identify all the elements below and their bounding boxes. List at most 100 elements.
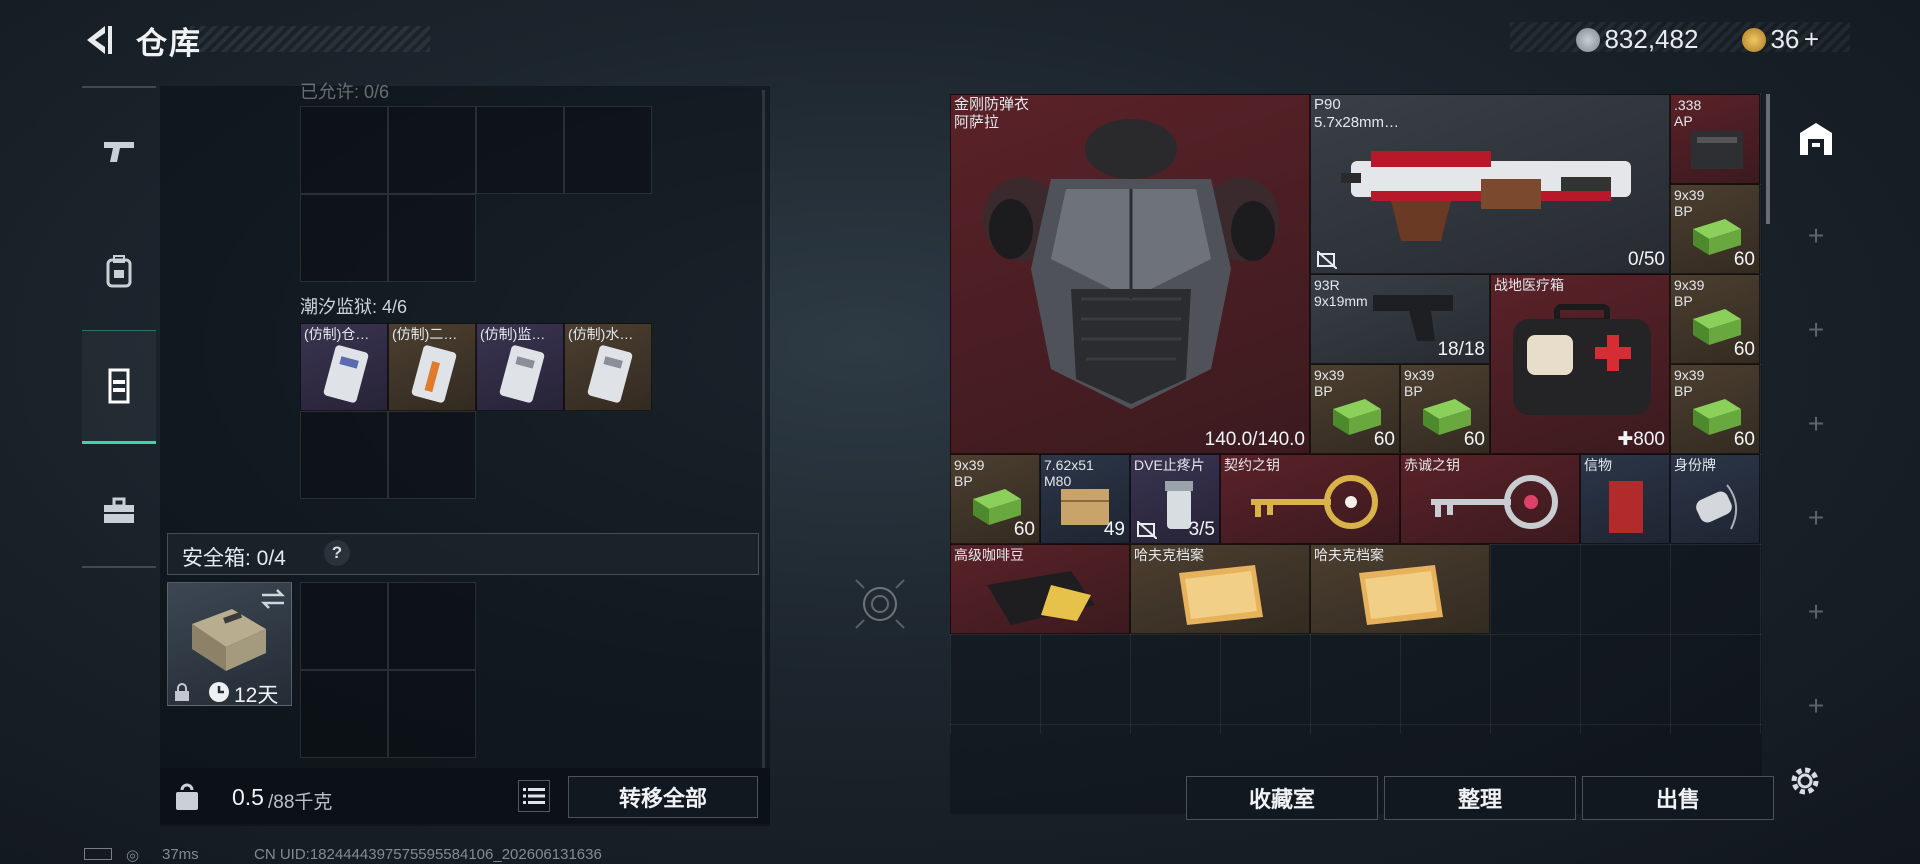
ammo-count: 60 <box>1733 249 1755 270</box>
safe-box-bar: 安全箱: 0/4 ? <box>167 533 759 575</box>
back-button[interactable] <box>80 20 120 60</box>
add-warehouse-tab[interactable]: + <box>1778 404 1854 444</box>
safe-box-container[interactable]: 12天 <box>167 582 292 706</box>
vest-tab-icon <box>108 368 130 404</box>
warehouse-scrollbar[interactable] <box>1766 94 1770 224</box>
weight-max: /88千克 <box>268 792 333 813</box>
grid-slot[interactable] <box>388 194 476 282</box>
sincere-key-item[interactable]: 赤诚之钥 <box>1400 454 1580 544</box>
ammo-name: 9x39 <box>1674 187 1705 203</box>
collection-room-button[interactable]: 收藏室 <box>1186 776 1378 820</box>
wifi-icon: ◎ <box>126 847 140 864</box>
tab-tools[interactable] <box>82 456 156 566</box>
tab-backpack[interactable] <box>82 216 156 326</box>
battery-icon <box>84 848 112 860</box>
add-warehouse-tab[interactable]: + <box>1778 592 1854 632</box>
haavk-file-item[interactable]: 哈夫克档案 <box>1130 544 1310 634</box>
safe-slot[interactable] <box>300 582 388 670</box>
p90-weapon-item[interactable]: P90 5.7x28mm… 0/50 <box>1310 94 1670 274</box>
token-name: 信物 <box>1584 457 1612 473</box>
grid-slot[interactable] <box>388 106 476 194</box>
grid-slot[interactable] <box>300 194 388 282</box>
backpack-tab-icon <box>106 255 132 288</box>
no-ammo-icon <box>1137 521 1157 539</box>
item-label: (仿制)二… <box>392 326 458 342</box>
inventory-item[interactable]: (仿制)监… <box>476 323 564 411</box>
ticket-amount: 36 <box>1770 24 1800 54</box>
grid-slot[interactable] <box>300 411 388 499</box>
clock-icon <box>209 682 229 702</box>
tab-weapons[interactable] <box>82 96 156 206</box>
dog-tag-name: 身份牌 <box>1674 457 1716 473</box>
haavk-file-item[interactable]: 哈夫克档案 <box>1310 544 1490 634</box>
red-book-icon <box>1609 481 1643 533</box>
add-warehouse-tab[interactable]: + <box>1778 686 1854 726</box>
inventory-item[interactable]: (仿制)二… <box>388 323 476 411</box>
ammo-count: 60 <box>1373 429 1395 450</box>
list-view-button[interactable] <box>518 780 550 812</box>
inventory-item[interactable]: (仿制)水… <box>564 323 652 411</box>
partial-group-label: 已允许: 0/6 <box>300 82 390 102</box>
add-warehouse-tab[interactable]: + <box>1778 498 1854 538</box>
top-bar: 仓库 832,482 36 + <box>0 0 1920 80</box>
grid-slot[interactable] <box>300 106 388 194</box>
item-label: (仿制)水… <box>568 326 634 342</box>
toolbox-tab-icon <box>104 497 134 523</box>
safe-slot[interactable] <box>300 670 388 758</box>
add-warehouse-tab[interactable]: + <box>1778 216 1854 256</box>
grid-slot[interactable] <box>388 411 476 499</box>
currency-tickets[interactable]: 36 + <box>1742 24 1819 55</box>
weight-icon <box>176 783 198 810</box>
add-ticket-button[interactable]: + <box>1804 24 1819 54</box>
painkiller-item[interactable]: DVE止疼片 3/5 <box>1130 454 1220 544</box>
ammo-9x39-item[interactable]: 9x39 BP 60 <box>1400 364 1490 454</box>
ammo-9x39-item[interactable]: 9x39 BP 60 <box>1670 184 1760 274</box>
add-warehouse-tab[interactable]: + <box>1778 310 1854 350</box>
swap-icon[interactable] <box>260 589 286 609</box>
ammo-9x39-item[interactable]: 9x39 BP 60 <box>1670 364 1760 454</box>
gear-icon[interactable] <box>1788 764 1822 798</box>
safe-slot[interactable] <box>388 582 476 670</box>
pistol-item[interactable]: 93R 9x19mm 18/18 <box>1310 274 1490 364</box>
no-ammo-icon <box>1317 251 1337 269</box>
gold-key-icon <box>1251 475 1378 529</box>
pistol-tab-icon <box>104 142 134 162</box>
token-item[interactable]: 信物 <box>1580 454 1670 544</box>
inventory-item[interactable]: (仿制)仓… <box>300 323 388 411</box>
contract-key-item[interactable]: 契约之钥 <box>1220 454 1400 544</box>
transfer-all-button[interactable]: 转移全部 <box>568 776 758 818</box>
card-item-icon <box>411 345 457 403</box>
lock-icon <box>175 683 189 701</box>
dog-tag-item[interactable]: 身份牌 <box>1670 454 1760 544</box>
ammo-count: 60 <box>1463 429 1485 450</box>
ammo-count: 60 <box>1013 519 1035 540</box>
organize-button[interactable]: 整理 <box>1384 776 1576 820</box>
ammo-762-item[interactable]: 7.62x51 M80 49 <box>1040 454 1130 544</box>
grid-slot[interactable] <box>476 106 564 194</box>
grid-slot[interactable] <box>564 106 652 194</box>
tidal-prison-label: 潮汐监狱: 4/6 <box>300 297 408 317</box>
ammo-9x39-item[interactable]: 9x39 BP 60 <box>1310 364 1400 454</box>
p90-name: P90 <box>1314 96 1341 113</box>
tab-vest[interactable] <box>82 330 156 444</box>
item-label: (仿制)仓… <box>304 326 370 342</box>
pistol-ammo-type: 9x19mm <box>1314 293 1368 309</box>
coin-icon <box>1576 27 1600 52</box>
ammo-338-item[interactable]: .338 AP <box>1670 94 1760 184</box>
armor-item[interactable]: 金刚防弹衣 阿萨拉 140.0/140.0 <box>950 94 1310 454</box>
ammo-name: 9x39 <box>1674 367 1705 383</box>
warehouse-icon <box>1800 123 1832 155</box>
sell-button[interactable]: 出售 <box>1582 776 1774 820</box>
ammo-9x39-item[interactable]: 9x39 BP 60 <box>1670 274 1760 364</box>
category-tabs <box>82 86 156 570</box>
help-button[interactable]: ? <box>324 540 350 566</box>
uid-label: CN UID:1824444397575595584106_2026061316… <box>254 846 602 863</box>
warehouse-tab-main[interactable] <box>1778 94 1854 184</box>
safe-slot[interactable] <box>388 670 476 758</box>
scrollbar[interactable] <box>762 90 765 770</box>
ammo-name: 9x39 <box>954 457 985 473</box>
folder-icon <box>1359 565 1443 625</box>
medkit-item[interactable]: 战地医疗箱 ✚800 <box>1490 274 1670 454</box>
coffee-beans-item[interactable]: 高级咖啡豆 <box>950 544 1130 634</box>
ammo-9x39-item[interactable]: 9x39 BP 60 <box>950 454 1040 544</box>
